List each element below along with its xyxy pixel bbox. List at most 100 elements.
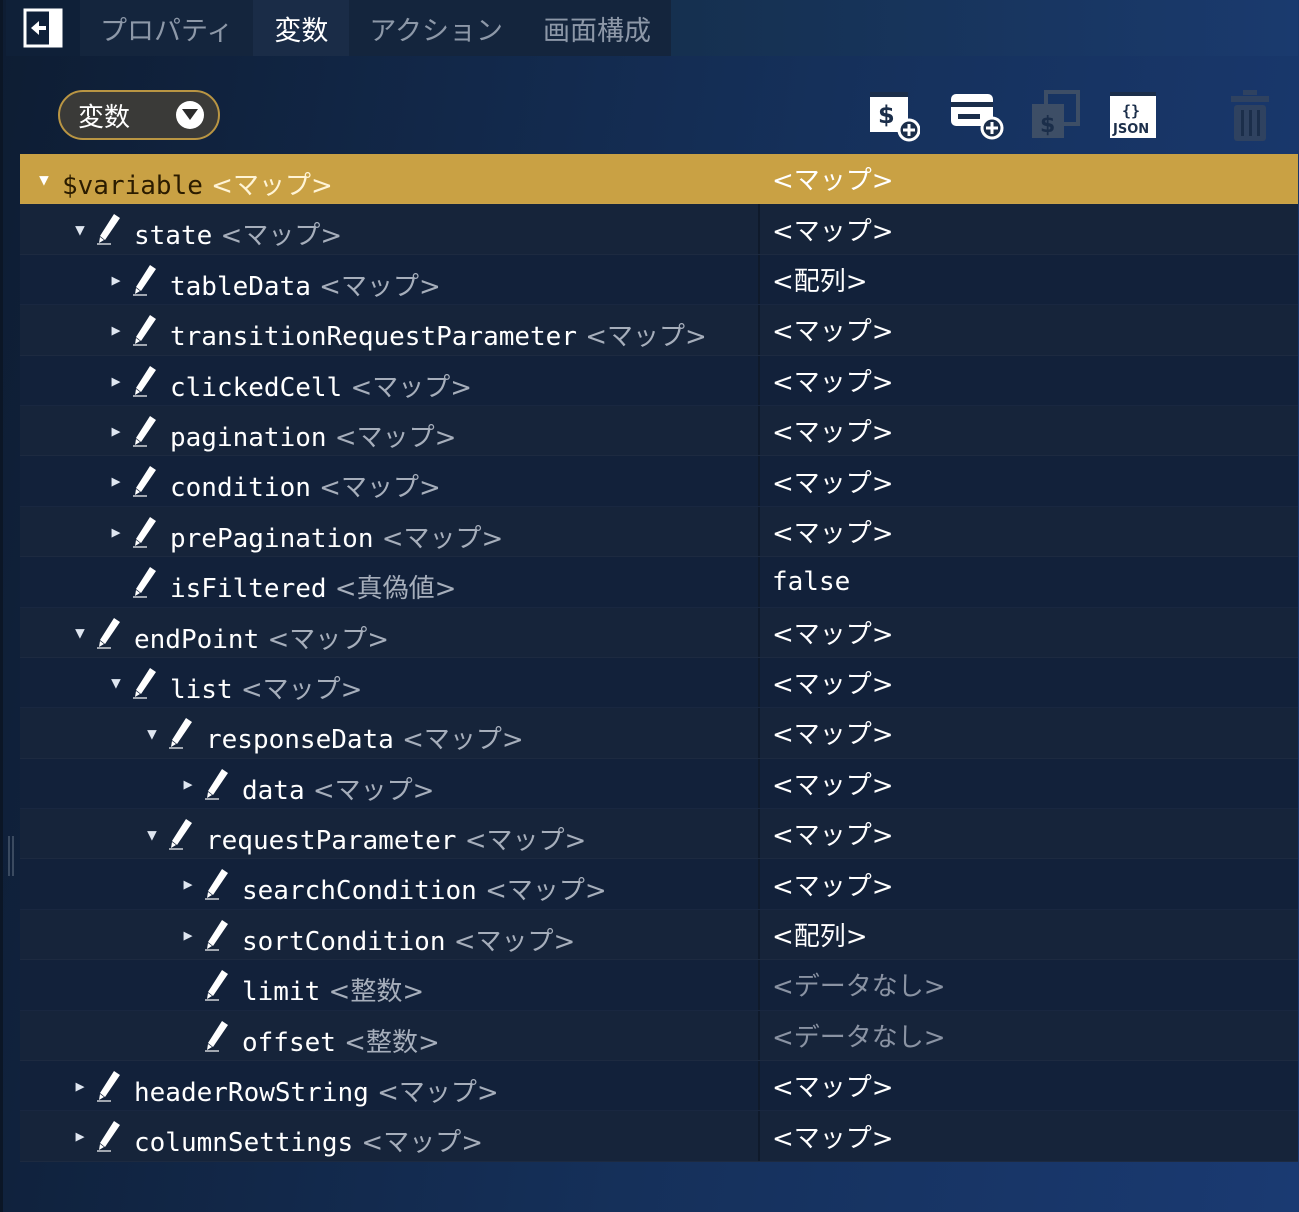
- variable-value: <マップ>: [772, 708, 894, 757]
- collapse-arrow-icon[interactable]: ▼: [106, 673, 126, 693]
- tab-bar-fill: [671, 0, 1298, 56]
- tree-row-name-cell: limit <整数>: [20, 960, 758, 1009]
- pencil-icon[interactable]: [132, 666, 158, 700]
- column-divider: [758, 1010, 760, 1061]
- pencil-icon[interactable]: [132, 414, 158, 448]
- pencil-icon[interactable]: [96, 616, 122, 650]
- expand-arrow-icon[interactable]: ▶: [106, 320, 126, 340]
- collapse-arrow-icon[interactable]: ▼: [70, 623, 90, 643]
- delete-button[interactable]: [1228, 90, 1278, 142]
- variable-name-text: transitionRequestParameter: [170, 322, 577, 353]
- variable-value-text: <マップ>: [772, 216, 894, 247]
- pencil-icon[interactable]: [204, 1019, 230, 1053]
- collapse-arrow-icon[interactable]: ▼: [142, 824, 162, 844]
- tree-row[interactable]: ▶ transitionRequestParameter <マップ> <マップ>: [20, 305, 1298, 356]
- pencil-icon[interactable]: [132, 464, 158, 498]
- pencil-icon[interactable]: [132, 313, 158, 347]
- tab-actions[interactable]: アクション: [349, 0, 524, 56]
- svg-text:{}: {}: [1122, 102, 1140, 120]
- chevron-down-icon: [176, 101, 204, 129]
- pencil-icon[interactable]: [96, 1069, 122, 1103]
- tree-row[interactable]: ▶ sortCondition <マップ> <配列>: [20, 909, 1298, 961]
- add-map-button[interactable]: [948, 90, 1004, 142]
- tab-properties[interactable]: プロパティ: [80, 0, 254, 56]
- scope-select[interactable]: 変数: [58, 90, 220, 140]
- tree-row[interactable]: ▶ data <マップ> <マップ>: [20, 758, 1298, 810]
- pencil-icon[interactable]: [132, 515, 158, 549]
- pencil-icon[interactable]: [204, 918, 230, 952]
- pencil-icon[interactable]: [204, 767, 230, 801]
- variable-value-text: <マップ>: [772, 418, 894, 449]
- column-divider: [758, 254, 760, 305]
- tree-row-name-cell: ▼ responseData <マップ>: [20, 708, 758, 757]
- collapse-arrow-icon[interactable]: ▼: [34, 169, 54, 189]
- variable-name-text: list: [170, 674, 233, 705]
- variable-type: <マップ>: [393, 725, 524, 756]
- expand-arrow-icon[interactable]: ▶: [70, 1076, 90, 1096]
- add-variable-button[interactable]: $: [868, 90, 921, 142]
- pencil-icon[interactable]: [168, 716, 194, 750]
- expand-arrow-icon[interactable]: ▶: [178, 774, 198, 794]
- variables-panel: プロパティ 変数 アクション 画面構成 変数 $ $ {} JSON ▼ $va…: [0, 0, 1299, 1212]
- pencil-icon[interactable]: [132, 263, 158, 297]
- tree-row[interactable]: ▼ responseData <マップ> <マップ>: [20, 708, 1298, 759]
- expand-arrow-icon[interactable]: ▶: [106, 270, 126, 290]
- pencil-icon[interactable]: [96, 1119, 122, 1153]
- tree-row[interactable]: ▶ condition <マップ> <マップ>: [20, 456, 1298, 507]
- column-divider: [758, 758, 760, 809]
- tree-row[interactable]: ▼ list <マップ> <マップ>: [20, 657, 1298, 709]
- variable-value: <マップ>: [772, 356, 894, 405]
- resize-handle[interactable]: [8, 836, 14, 876]
- tree-row[interactable]: limit <整数> <データなし>: [20, 960, 1298, 1011]
- tree-row[interactable]: ▶ columnSettings <マップ> <マップ>: [20, 1111, 1298, 1162]
- expand-arrow-icon[interactable]: ▶: [106, 371, 126, 391]
- tree-row-name-cell: ▼ endPoint <マップ>: [20, 608, 758, 657]
- tree-row[interactable]: ▶ pagination <マップ> <マップ>: [20, 405, 1298, 457]
- expand-arrow-icon[interactable]: ▶: [178, 874, 198, 894]
- tree-row[interactable]: ▶ prePagination <マップ> <マップ>: [20, 506, 1298, 558]
- variable-name-text: condition: [170, 473, 311, 504]
- pencil-icon[interactable]: [132, 565, 158, 599]
- json-button[interactable]: {} JSON: [1108, 90, 1158, 142]
- tree-row[interactable]: ▶ headerRowString <マップ> <マップ>: [20, 1061, 1298, 1112]
- variable-value: <データなし>: [772, 1011, 946, 1060]
- trash-icon: [1231, 90, 1269, 141]
- panel-toggle-button[interactable]: [6, 0, 80, 56]
- toolbar: 変数 $ $ {} JSON: [6, 56, 1298, 154]
- tree-row[interactable]: ▼ requestParameter <マップ> <マップ>: [20, 809, 1298, 860]
- pencil-icon[interactable]: [168, 817, 194, 851]
- variable-name: requestParameter <マップ>: [206, 820, 586, 857]
- pencil-icon[interactable]: [132, 364, 158, 398]
- pencil-icon[interactable]: [204, 867, 230, 901]
- tab-variables[interactable]: 変数: [253, 0, 350, 56]
- column-divider: [758, 204, 760, 254]
- pencil-icon[interactable]: [96, 212, 122, 246]
- tree-row[interactable]: ▼ endPoint <マップ> <マップ>: [20, 607, 1298, 658]
- expand-arrow-icon[interactable]: ▶: [106, 471, 126, 491]
- tree-row[interactable]: ▶ searchCondition <マップ> <マップ>: [20, 859, 1298, 910]
- pencil-icon[interactable]: [204, 968, 230, 1002]
- copy-dollar-icon: $: [1032, 90, 1080, 138]
- tree-row[interactable]: offset <整数> <データなし>: [20, 1010, 1298, 1062]
- collapse-arrow-icon[interactable]: ▼: [142, 723, 162, 743]
- variable-name-text: limit: [242, 977, 321, 1008]
- tree-row[interactable]: ▼ state <マップ> <マップ>: [20, 204, 1298, 255]
- copy-variable-button[interactable]: $: [1028, 90, 1080, 142]
- tab-screen-structure[interactable]: 画面構成: [523, 0, 672, 56]
- column-divider: [758, 405, 760, 456]
- tree-row[interactable]: ▶ clickedCell <マップ> <マップ>: [20, 355, 1298, 406]
- expand-arrow-icon[interactable]: ▶: [106, 522, 126, 542]
- dollar-plus-icon: $: [870, 92, 921, 142]
- column-divider: [758, 708, 760, 758]
- collapse-arrow-icon[interactable]: ▼: [70, 219, 90, 239]
- variable-value: <マップ>: [772, 759, 894, 808]
- tree-row[interactable]: ▼ $variable <マップ> <マップ>: [20, 154, 1298, 205]
- expand-arrow-icon[interactable]: ▶: [178, 925, 198, 945]
- variable-value: <マップ>: [772, 154, 894, 203]
- tree-row[interactable]: isFiltered <真偽値> false: [20, 557, 1298, 608]
- svg-text:$: $: [1040, 113, 1055, 138]
- expand-arrow-icon[interactable]: ▶: [70, 1126, 90, 1146]
- expand-arrow-icon[interactable]: ▶: [106, 421, 126, 441]
- tree-row[interactable]: ▶ tableData <マップ> <配列>: [20, 254, 1298, 306]
- variable-value-text: <データなし>: [772, 972, 946, 1003]
